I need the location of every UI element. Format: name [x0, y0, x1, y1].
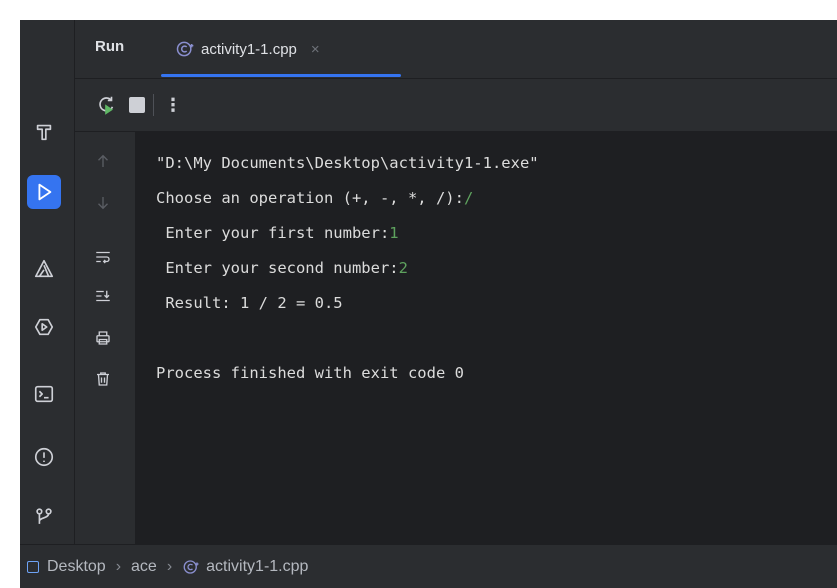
- run-panel-header: Run activity1-1.cpp ×: [75, 20, 837, 79]
- tab-activity-cpp[interactable]: activity1-1.cpp ×: [175, 20, 320, 78]
- version-control-icon[interactable]: [27, 500, 61, 534]
- console-line-result: Result: 1 / 2 = 0.5: [156, 294, 343, 312]
- console-line-second: Enter your second number:2: [156, 251, 827, 286]
- folder-icon: [27, 561, 39, 573]
- build-hammer-icon[interactable]: [27, 115, 61, 149]
- print-icon[interactable]: [92, 327, 114, 349]
- toolbar-divider: [153, 94, 154, 116]
- console-line-path: "D:\My Documents\Desktop\activity1-1.exe…: [156, 154, 539, 172]
- rerun-icon[interactable]: [95, 93, 117, 117]
- scroll-down-arrow-icon[interactable]: [92, 192, 114, 214]
- run-panel-title: Run: [95, 38, 125, 55]
- ide-window: Run activity1-1.cpp × ⋮ "D:\My Documents…: [20, 20, 837, 588]
- console-gutter: [75, 132, 135, 544]
- breadcrumb-separator: ›: [166, 558, 173, 575]
- console-output[interactable]: "D:\My Documents\Desktop\activity1-1.exe…: [156, 146, 827, 391]
- terminal-icon[interactable]: [27, 377, 61, 411]
- cpp-file-icon: [176, 41, 194, 57]
- stop-icon[interactable]: [129, 93, 145, 117]
- problems-icon[interactable]: [27, 440, 61, 474]
- console-line-operation: Choose an operation (+, -, *, /):/: [156, 181, 827, 216]
- second-number-prompt: Enter your second number:: [156, 259, 399, 277]
- first-number-prompt: Enter your first number:: [156, 224, 390, 242]
- run-toolbar: ⋮: [75, 79, 837, 132]
- operation-input: /: [463, 189, 474, 207]
- more-options-icon[interactable]: ⋮: [164, 93, 182, 117]
- tab-close-icon[interactable]: ×: [311, 41, 320, 58]
- cmake-triangle-icon[interactable]: [27, 252, 61, 286]
- trash-icon[interactable]: [92, 368, 114, 390]
- run-tool-icon[interactable]: [27, 175, 61, 209]
- soft-wrap-icon[interactable]: [92, 246, 114, 268]
- tab-label: activity1-1.cpp: [201, 40, 297, 58]
- cpp-file-icon: [183, 560, 199, 574]
- breadcrumb-separator: ›: [115, 558, 122, 575]
- breadcrumb-file[interactable]: activity1-1.cpp: [206, 558, 308, 576]
- scroll-to-end-icon[interactable]: [92, 285, 114, 307]
- breadcrumb-ace[interactable]: ace: [131, 558, 157, 576]
- operation-prompt: Choose an operation (+, -, *, /):: [156, 189, 464, 207]
- console-line-exit: Process finished with exit code 0: [156, 364, 464, 382]
- scroll-up-arrow-icon[interactable]: [92, 150, 114, 172]
- console-panel: "D:\My Documents\Desktop\activity1-1.exe…: [75, 132, 837, 544]
- services-play-icon[interactable]: [27, 310, 61, 344]
- breadcrumb: Desktop › ace › activity1-1.cpp: [20, 544, 837, 588]
- breadcrumb-desktop[interactable]: Desktop: [47, 558, 106, 576]
- console-line-first: Enter your first number:1: [156, 216, 827, 251]
- tool-window-strip: [20, 20, 75, 544]
- active-tab-indicator: [161, 74, 401, 77]
- second-number-input: 2: [398, 259, 408, 277]
- first-number-input: 1: [389, 224, 399, 242]
